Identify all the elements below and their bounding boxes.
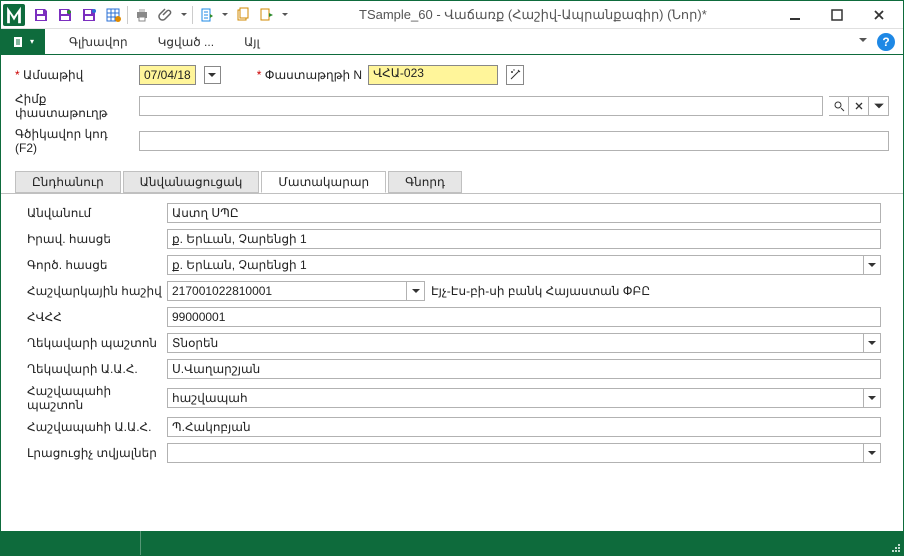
status-bar	[1, 531, 903, 555]
supplier-name-label: Անվանում	[27, 206, 167, 220]
window-title: TSample_60 - Վաճառք (Հաշիվ-Ապրանքագիր) (…	[289, 7, 781, 23]
date-label: Ամսաթիվ	[15, 68, 133, 82]
quick-toolbar	[31, 5, 289, 25]
send-doc-dropdown-icon[interactable]	[281, 5, 289, 25]
file-menu[interactable]: ▾	[1, 29, 45, 54]
business-address-field[interactable]: ք. Երևան, Չարենցի 1	[167, 255, 863, 275]
maximize-button[interactable]	[823, 5, 851, 25]
accountant-position-label: Հաշվապահի պաշտոն	[27, 384, 167, 412]
grid-icon[interactable]	[103, 5, 123, 25]
menu-bar: ▾ Գլխավոր Կցված ... Այլ ?	[1, 29, 903, 55]
barcode-label: Գծիկավոր կոդ (F2)	[15, 127, 133, 155]
base-doc-field[interactable]	[139, 96, 823, 116]
director-name-label: Ղեկավարի Ա.Ա.Հ.	[27, 362, 167, 376]
date-dropdown-button[interactable]	[204, 66, 221, 84]
menu-other[interactable]: Այլ	[244, 35, 260, 49]
director-position-field[interactable]: Տնօրեն	[167, 333, 863, 353]
tax-id-label: ՀՎՀՀ	[27, 310, 167, 324]
separator	[192, 6, 193, 24]
docn-label: Փաստաթղթի N	[257, 68, 362, 82]
director-position-label: Ղեկավարի պաշտոն	[27, 336, 167, 350]
additional-data-label: Լրացուցիչ տվյալներ	[27, 446, 167, 460]
status-segment	[1, 531, 141, 555]
bank-account-field[interactable]: 217001022810001	[167, 281, 407, 301]
director-name-field[interactable]: Ս.Վաղարշյան	[167, 359, 881, 379]
base-doc-search-button[interactable]	[829, 96, 849, 116]
doc-export-dropdown-icon[interactable]	[221, 5, 229, 25]
attach-icon[interactable]	[156, 5, 176, 25]
save-alt-icon[interactable]	[79, 5, 99, 25]
bank-account-label: Հաշվարկային հաշիվ	[27, 284, 167, 298]
print-icon[interactable]	[132, 5, 152, 25]
menu-attached[interactable]: Կցված ...	[158, 35, 214, 49]
accountant-position-field[interactable]: հաշվապահ	[167, 388, 863, 408]
save-plus-icon[interactable]	[55, 5, 75, 25]
docn-field[interactable]: ՎՀԱ-023	[368, 65, 498, 85]
date-value: 07/04/18	[144, 68, 191, 82]
business-address-dropdown[interactable]	[863, 255, 881, 275]
additional-data-field[interactable]	[167, 443, 863, 463]
date-field[interactable]: 07/04/18	[139, 65, 196, 85]
header-form: Ամսաթիվ 07/04/18 Փաստաթղթի N ՎՀԱ-023 Հիմ…	[1, 55, 903, 168]
send-doc-icon[interactable]	[257, 5, 277, 25]
separator	[127, 6, 128, 24]
tax-id-field[interactable]: 99000001	[167, 307, 881, 327]
barcode-field[interactable]	[139, 131, 889, 151]
tab-list[interactable]: Անվանացուցակ	[123, 171, 260, 193]
collapse-ribbon-icon[interactable]	[857, 34, 869, 49]
supplier-panel: Անվանում Աստղ ՍՊԸ Իրավ. հասցե ք. Երևան, …	[15, 194, 889, 478]
additional-data-dropdown[interactable]	[863, 443, 881, 463]
save-icon[interactable]	[31, 5, 51, 25]
app-icon	[3, 4, 25, 26]
director-position-dropdown[interactable]	[863, 333, 881, 353]
accountant-position-dropdown[interactable]	[863, 388, 881, 408]
bank-account-dropdown[interactable]	[407, 281, 425, 301]
copy-doc-icon[interactable]	[233, 5, 253, 25]
base-doc-label: Հիմք փաստաթուղթ	[15, 92, 133, 120]
close-button[interactable]	[865, 5, 893, 25]
tab-general[interactable]: Ընդհանուր	[15, 171, 121, 193]
help-icon[interactable]: ?	[877, 33, 895, 51]
attach-dropdown-icon[interactable]	[180, 5, 188, 25]
accountant-name-label: Հաշվապահի Ա.Ա.Հ.	[27, 420, 167, 434]
docn-generate-button[interactable]	[506, 65, 524, 85]
business-address-label: Գործ. հասցե	[27, 258, 167, 272]
base-doc-dropdown-button[interactable]	[869, 96, 889, 116]
bank-name-text: Էյչ-Էս-բի-սի բանկ Հայաստան ՓԲԸ	[431, 284, 650, 298]
resize-grip-icon[interactable]	[887, 531, 903, 555]
legal-address-label: Իրավ. հասցե	[27, 232, 167, 246]
supplier-name-field[interactable]: Աստղ ՍՊԸ	[167, 203, 881, 223]
legal-address-field[interactable]: ք. Երևան, Չարենցի 1	[167, 229, 881, 249]
accountant-name-field[interactable]: Պ.Հակոբյան	[167, 417, 881, 437]
base-doc-clear-button[interactable]	[849, 96, 869, 116]
tab-buyer[interactable]: Գնորդ	[388, 171, 462, 193]
minimize-button[interactable]	[781, 5, 809, 25]
tab-supplier[interactable]: Մատակարար	[261, 171, 386, 193]
tab-strip: Ընդհանուր Անվանացուցակ Մատակարար Գնորդ	[1, 172, 903, 194]
doc-export-icon[interactable]	[197, 5, 217, 25]
title-bar: TSample_60 - Վաճառք (Հաշիվ-Ապրանքագիր) (…	[1, 1, 903, 29]
docn-value: ՎՀԱ-023	[373, 66, 424, 80]
menu-main[interactable]: Գլխավոր	[69, 35, 128, 49]
